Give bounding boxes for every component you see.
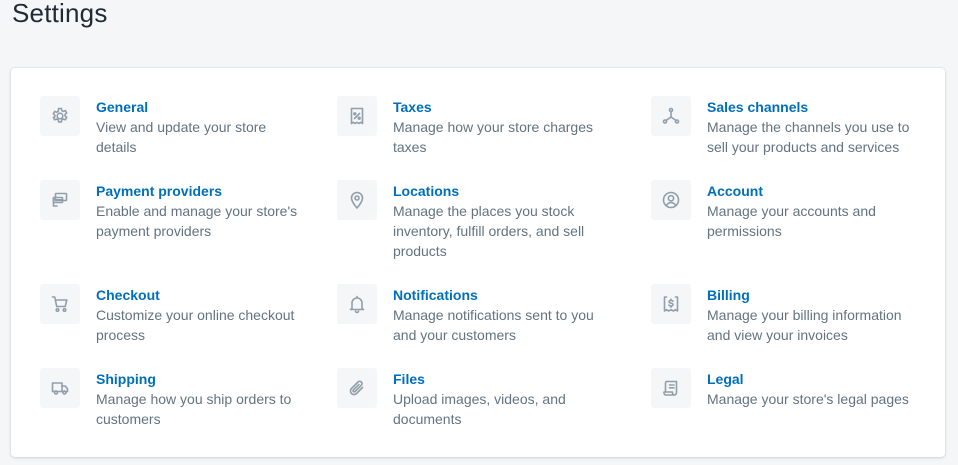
settings-card: General View and update your store detai… xyxy=(11,68,945,457)
settings-item-title[interactable]: Account xyxy=(707,181,921,201)
account-icon xyxy=(651,180,691,220)
gear-icon xyxy=(40,96,80,136)
settings-item-title[interactable]: Taxes xyxy=(393,97,602,117)
tax-icon xyxy=(337,96,377,136)
settings-item-title[interactable]: Checkout xyxy=(96,285,300,305)
settings-item-shipping[interactable]: Shipping Manage how you ship orders to c… xyxy=(40,368,300,429)
settings-item-general[interactable]: General View and update your store detai… xyxy=(40,96,300,157)
settings-item-title[interactable]: Billing xyxy=(707,285,921,305)
settings-item-title[interactable]: Payment providers xyxy=(96,181,300,201)
settings-item-title[interactable]: Legal xyxy=(707,369,909,389)
settings-item-account[interactable]: Account Manage your accounts and permiss… xyxy=(651,180,921,241)
settings-item-legal[interactable]: Legal Manage your store's legal pages xyxy=(651,368,921,409)
settings-item-description: Manage how your store charges taxes xyxy=(393,119,593,155)
settings-item-billing[interactable]: Billing Manage your billing information … xyxy=(651,284,921,345)
settings-item-checkout[interactable]: Checkout Customize your online checkout … xyxy=(40,284,300,345)
location-pin-icon xyxy=(337,180,377,220)
settings-item-title[interactable]: Locations xyxy=(393,181,602,201)
settings-item-title[interactable]: Files xyxy=(393,369,602,389)
settings-item-locations[interactable]: Locations Manage the places you stock in… xyxy=(337,180,602,261)
paperclip-icon xyxy=(337,368,377,408)
settings-item-files[interactable]: Files Upload images, videos, and documen… xyxy=(337,368,602,429)
settings-item-description: View and update your store details xyxy=(96,119,267,155)
settings-item-description: Manage your store's legal pages xyxy=(707,391,909,407)
settings-item-description: Manage your accounts and permissions xyxy=(707,203,876,239)
settings-item-title[interactable]: Sales channels xyxy=(707,97,921,117)
sales-channels-icon xyxy=(651,96,691,136)
settings-item-description: Enable and manage your store's payment p… xyxy=(96,203,298,239)
truck-icon xyxy=(40,368,80,408)
settings-item-description: Manage the places you stock inventory, f… xyxy=(393,203,585,259)
billing-icon xyxy=(651,284,691,324)
settings-item-description: Manage notifications sent to you and you… xyxy=(393,307,594,343)
settings-item-title[interactable]: Shipping xyxy=(96,369,300,389)
page-title: Settings xyxy=(12,0,108,28)
legal-document-icon xyxy=(651,368,691,408)
settings-item-description: Manage the channels you use to sell your… xyxy=(707,119,910,155)
payment-icon xyxy=(40,180,80,220)
settings-item-description: Manage your billing information and view… xyxy=(707,307,902,343)
settings-item-description: Manage how you ship orders to customers xyxy=(96,391,292,427)
settings-item-taxes[interactable]: Taxes Manage how your store charges taxe… xyxy=(337,96,602,157)
settings-item-notifications[interactable]: Notifications Manage notifications sent … xyxy=(337,284,602,345)
settings-item-description: Customize your online checkout process xyxy=(96,307,295,343)
settings-item-title[interactable]: Notifications xyxy=(393,285,602,305)
settings-item-title[interactable]: General xyxy=(96,97,300,117)
cart-icon xyxy=(40,284,80,324)
settings-item-payment-providers[interactable]: Payment providers Enable and manage your… xyxy=(40,180,300,241)
settings-item-sales-channels[interactable]: Sales channels Manage the channels you u… xyxy=(651,96,921,157)
settings-item-description: Upload images, videos, and documents xyxy=(393,391,566,427)
bell-icon xyxy=(337,284,377,324)
